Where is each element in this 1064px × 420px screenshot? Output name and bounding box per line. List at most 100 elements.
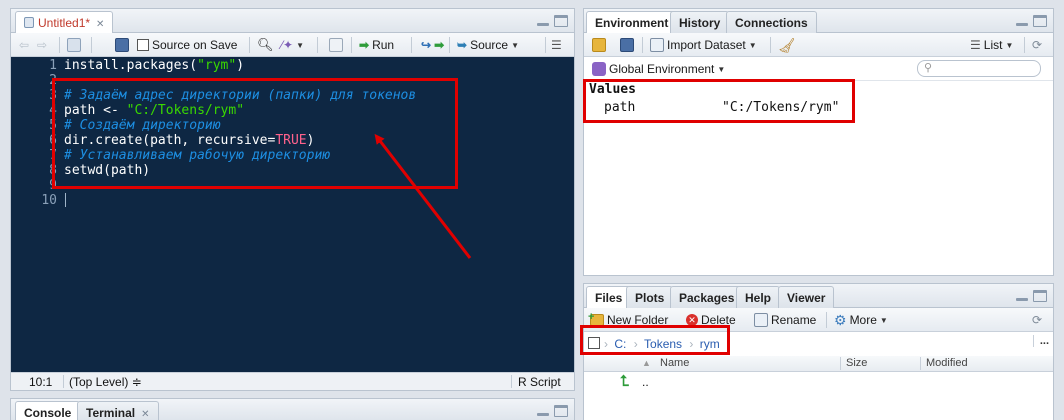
tab-terminal[interactable]: Terminal ✕ [77, 401, 159, 420]
console-tabbar: Console Terminal ✕ [11, 399, 574, 420]
chevron-down-icon: ▼ [717, 64, 726, 74]
annotation-box-env [583, 79, 855, 123]
parent-folder-icon: ⮤ [620, 373, 629, 390]
tab-files[interactable]: Files [586, 286, 632, 309]
source-statusbar: 10:1 (Top Level) ≑ R Script ≑ [11, 372, 574, 390]
save-workspace-icon[interactable] [620, 37, 634, 53]
column-divider [920, 357, 921, 370]
list-icon: ☰ [970, 38, 981, 52]
env-selector-bar: Global Environment ▼ ⚲ [584, 57, 1053, 81]
tab-connections[interactable]: Connections [726, 11, 817, 33]
outline-icon[interactable]: ☰ [551, 37, 562, 53]
maximize-icon[interactable] [554, 15, 568, 27]
compile-report-icon[interactable] [329, 37, 343, 53]
toolbar-divider [449, 37, 450, 53]
table-icon [650, 38, 664, 52]
toolbar-divider [249, 37, 250, 53]
file-name[interactable]: .. [642, 375, 649, 389]
list-label: List [983, 38, 1003, 52]
source-label: Source [470, 38, 509, 52]
file-list-row[interactable]: ⮤ .. [584, 372, 1053, 392]
maximize-icon[interactable] [1033, 290, 1047, 302]
broom-icon[interactable]: 🧹︎ [778, 37, 796, 53]
tab-connections-label: Connections [735, 16, 808, 30]
column-header-size[interactable]: Size [846, 357, 867, 369]
checkbox-icon[interactable] [137, 39, 149, 51]
maximize-icon[interactable] [554, 405, 568, 417]
tab-environment-label: Environment [595, 16, 669, 30]
toolbar-divider [642, 37, 643, 53]
import-dataset-button[interactable]: Import Dataset ▼ [650, 37, 757, 53]
r-script-icon [24, 17, 34, 28]
refresh-icon[interactable]: ⟳ [1032, 37, 1042, 53]
maximize-icon[interactable] [1033, 15, 1047, 27]
list-view-dropdown[interactable]: ☰ List ▼ [970, 37, 1013, 53]
tab-environment[interactable]: Environment [586, 11, 678, 34]
gear-icon: ⚙ [834, 311, 847, 328]
minimize-icon[interactable] [536, 15, 550, 27]
filetype-selector[interactable]: R Script ≑ [518, 375, 574, 390]
toolbar-divider [351, 37, 352, 53]
tab-console[interactable]: Console [15, 401, 81, 420]
source-on-save-checkbox[interactable]: Source on Save [137, 37, 237, 53]
line-number: 1 [49, 58, 57, 73]
global-env-dropdown[interactable]: Global Environment ▼ [592, 61, 725, 77]
code-token: install.packages( [64, 58, 198, 73]
code-line[interactable]: install.packages("rym") [64, 58, 244, 73]
code-tools-icon[interactable]: ⁄✦ ▼ [281, 37, 304, 53]
column-divider [840, 357, 841, 370]
column-header-modified[interactable]: Modified [926, 357, 968, 369]
toolbar-divider [317, 37, 318, 53]
rerun-icon[interactable]: ↪ ➡ [421, 37, 444, 53]
tab-viewer[interactable]: Viewer [778, 286, 835, 308]
horizontal-splitter-left[interactable] [10, 392, 575, 397]
close-tab-icon[interactable]: ✕ [96, 19, 104, 30]
tab-terminal-label: Terminal [86, 406, 136, 420]
tab-plots[interactable]: Plots [626, 286, 674, 308]
horizontal-splitter-right[interactable] [583, 277, 1054, 282]
code-token: "rym" [197, 58, 237, 73]
back-icon[interactable]: ⇦ [19, 37, 29, 53]
minimize-icon[interactable] [536, 405, 550, 417]
tab-packages[interactable]: Packages [670, 286, 744, 308]
file-list-header: ▲ Name Size Modified [584, 356, 1053, 372]
env-search-input[interactable]: ⚲ [917, 60, 1041, 77]
minimize-icon[interactable] [1015, 290, 1029, 302]
chevron-down-icon: ▼ [879, 315, 888, 325]
more-button[interactable]: ⚙ More ▼ [834, 312, 888, 328]
column-header-name[interactable]: Name [660, 357, 689, 369]
line-number: 7 [49, 148, 57, 163]
tab-viewer-label: Viewer [787, 291, 826, 305]
tab-untitled1-label: Untitled1* [38, 16, 91, 30]
toolbar-divider [59, 37, 60, 53]
rename-button[interactable]: Rename [754, 312, 816, 328]
tab-history[interactable]: History [670, 11, 730, 33]
minimize-icon[interactable] [1015, 15, 1029, 27]
environment-pane: Environment History Connections Import D… [583, 8, 1054, 276]
save-icon[interactable] [115, 37, 129, 53]
status-divider [511, 375, 512, 388]
tab-history-label: History [679, 16, 721, 30]
tab-help[interactable]: Help [736, 286, 781, 308]
console-pane: Console Terminal ✕ [10, 398, 575, 420]
source-on-save-label: Source on Save [152, 38, 238, 52]
source-button[interactable]: ➥ Source ▼ [457, 37, 519, 53]
code-token: ) [236, 58, 245, 73]
show-in-window-icon[interactable] [67, 37, 81, 53]
scope-selector[interactable]: (Top Level) ≑ [69, 375, 142, 389]
find-icon[interactable]: 🔍︎ [257, 37, 274, 53]
tab-packages-label: Packages [679, 291, 735, 305]
load-workspace-icon[interactable] [592, 37, 606, 53]
run-button[interactable]: ➡ Run [359, 37, 394, 53]
more-path-button[interactable]: ... [1032, 335, 1049, 347]
global-env-label: Global Environment [609, 62, 715, 76]
forward-icon[interactable]: ⇨ [37, 37, 47, 53]
rename-label: Rename [771, 313, 817, 327]
close-tab-icon[interactable]: ✕ [141, 409, 149, 420]
more-label: More [849, 313, 877, 327]
vertical-splitter[interactable] [577, 8, 581, 420]
chevron-down-icon: ▼ [1005, 40, 1014, 50]
tab-untitled1[interactable]: Untitled1* ✕ [15, 11, 114, 34]
refresh-icon[interactable]: ⟳ [1032, 312, 1042, 328]
source-dropdown-icon[interactable]: ▼ [511, 41, 519, 50]
